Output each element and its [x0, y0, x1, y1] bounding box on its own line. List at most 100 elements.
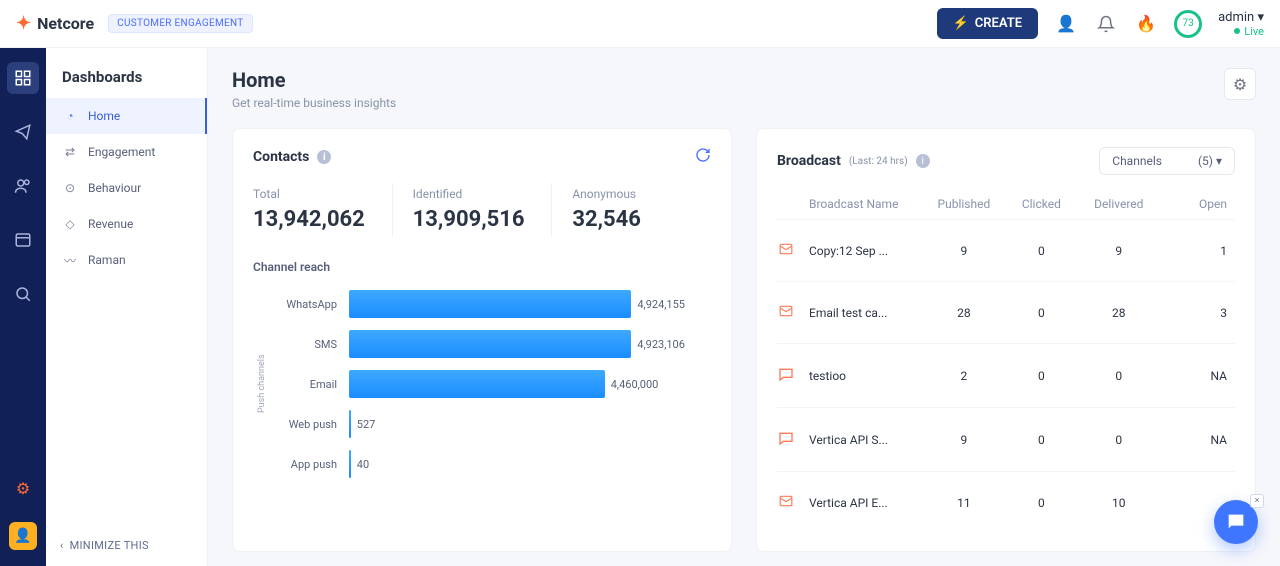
rail-settings-icon[interactable]: ⚙	[7, 472, 39, 504]
rail-dashboard-icon[interactable]	[7, 62, 39, 94]
bar-value: 40	[357, 458, 369, 471]
stat-total: 13,942,062	[253, 207, 372, 232]
bar-label: SMS	[267, 338, 337, 351]
channel-count: (5)	[1198, 154, 1213, 168]
rail-campaign-icon[interactable]	[7, 116, 39, 148]
row-published: 11	[925, 496, 1002, 510]
col-name: Broadcast Name	[809, 197, 925, 211]
table-row[interactable]: testioo200NA	[777, 343, 1235, 407]
stat-identified-label: Identified	[413, 187, 532, 201]
nav-label: Home	[88, 109, 120, 123]
info-icon[interactable]: i	[317, 150, 331, 164]
sidebar-item-revenue[interactable]: ◇Revenue	[46, 206, 207, 242]
bar-fill	[349, 290, 631, 318]
main-content: Home Get real-time business insights ⚙ C…	[208, 48, 1280, 566]
stat-identified: 13,909,516	[413, 207, 532, 232]
minimize-sidebar-button[interactable]: ‹ MINIMIZE THIS	[46, 525, 207, 566]
icon-rail: ⚙ 👤	[0, 48, 46, 566]
rail-content-icon[interactable]	[7, 224, 39, 256]
stat-anon: 32,546	[572, 207, 691, 232]
row-published: 28	[925, 306, 1002, 320]
nav-label: Raman	[88, 253, 126, 267]
table-header-row: Broadcast Name Published Clicked Deliver…	[777, 189, 1235, 219]
stat-total-label: Total	[253, 187, 372, 201]
row-open: NA	[1158, 369, 1235, 383]
minimize-label: MINIMIZE THIS	[70, 539, 149, 552]
refresh-icon[interactable]	[695, 147, 711, 167]
row-type-icon	[777, 304, 809, 321]
chart-bar-row: Web push527	[267, 404, 711, 444]
row-name: Email test ca...	[809, 306, 925, 320]
row-name: Vertica API E...	[809, 496, 925, 510]
table-row[interactable]: Vertica API E...11010	[777, 471, 1235, 533]
rail-users-icon[interactable]	[7, 170, 39, 202]
bar-fill	[349, 370, 605, 398]
row-name: Vertica API S...	[809, 433, 925, 447]
chart-title: Channel reach	[253, 260, 711, 274]
col-open: Open	[1158, 197, 1235, 211]
chevron-left-icon: ‹	[60, 539, 64, 552]
broadcast-period: (Last: 24 hrs)	[849, 156, 908, 167]
user-menu[interactable]: admin ▾ Live	[1218, 10, 1264, 38]
product-tag: CUSTOMER ENGAGEMENT	[108, 14, 252, 33]
row-delivered: 10	[1080, 496, 1157, 510]
row-published: 2	[925, 369, 1002, 383]
close-icon[interactable]: ×	[1250, 494, 1264, 508]
row-clicked: 0	[1003, 369, 1080, 383]
nav-icon: ◔	[62, 108, 78, 124]
row-open: 1	[1158, 244, 1235, 258]
nav-label: Revenue	[88, 217, 133, 231]
chart-bar-row: App push 40	[267, 444, 711, 484]
row-name: Copy:12 Sep ...	[809, 244, 925, 258]
sidebar-item-behaviour[interactable]: ⊙ Behaviour	[46, 170, 207, 206]
create-label: CREATE	[975, 16, 1022, 31]
nav-icon: ⊙	[62, 180, 78, 196]
flame-icon[interactable]: 🔥	[1134, 12, 1158, 36]
bar-label: Web push	[267, 418, 337, 431]
table-row[interactable]: Email test ca...280283	[777, 281, 1235, 343]
col-published: Published	[925, 197, 1002, 211]
bell-icon[interactable]	[1094, 12, 1118, 36]
nav-icon: ⇄	[62, 144, 78, 160]
row-published: 9	[925, 433, 1002, 447]
row-type-icon	[777, 430, 809, 449]
rail-search-icon[interactable]	[7, 278, 39, 310]
health-ring[interactable]: 73	[1174, 10, 1202, 38]
sidebar-title: Dashboards	[46, 48, 207, 98]
table-row[interactable]: Copy:12 Sep ...9091	[777, 219, 1235, 281]
info-icon[interactable]: i	[916, 154, 930, 168]
chat-fab[interactable]: ×	[1214, 500, 1258, 544]
broadcast-card: Broadcast (Last: 24 hrs) i Channels (5) …	[756, 128, 1256, 552]
brand-logo[interactable]: ✦ Netcore	[16, 13, 94, 34]
topbar: ✦ Netcore CUSTOMER ENGAGEMENT ⚡ CREATE 👤…	[0, 0, 1280, 48]
topbar-right: ⚡ CREATE 👤 🔥 73 admin ▾ Live	[937, 8, 1264, 39]
row-clicked: 0	[1003, 496, 1080, 510]
row-delivered: 9	[1080, 244, 1157, 258]
create-button[interactable]: ⚡ CREATE	[937, 8, 1039, 39]
status-badge: Live	[1218, 25, 1264, 38]
page-settings-button[interactable]: ⚙	[1224, 68, 1256, 100]
logo-mark-icon: ✦	[16, 13, 31, 34]
bar-value: 4,923,106	[637, 338, 685, 351]
admin-name: admin	[1218, 10, 1254, 25]
row-type-icon	[777, 366, 809, 385]
rail-profile-icon[interactable]: 👤	[9, 522, 37, 550]
sidebar-item-engagement[interactable]: ⇄Engagement	[46, 134, 207, 170]
sidebar-item-home[interactable]: ◔ Home	[46, 98, 207, 134]
bar-value: 4,460,000	[611, 378, 659, 391]
user-avatar-icon[interactable]: 👤	[1054, 12, 1078, 36]
sidebar-item-raman[interactable]: 〰Raman	[46, 242, 207, 278]
channel-selector[interactable]: Channels (5) ▾	[1099, 147, 1235, 175]
chart-bar-row: Email4,460,000	[267, 364, 711, 404]
row-clicked: 0	[1003, 433, 1080, 447]
bar-label: WhatsApp	[267, 298, 337, 311]
chart-bar-row: WhatsApp4,924,155	[267, 284, 711, 324]
row-type-icon	[777, 494, 809, 511]
bar-fill	[349, 410, 351, 438]
nav-label: Behaviour	[88, 181, 141, 195]
stat-anon-label: Anonymous	[572, 187, 691, 201]
channel-label: Channels	[1112, 154, 1162, 168]
bar-label: App push	[267, 458, 337, 471]
col-clicked: Clicked	[1003, 197, 1080, 211]
table-row[interactable]: Vertica API S...900NA	[777, 407, 1235, 471]
